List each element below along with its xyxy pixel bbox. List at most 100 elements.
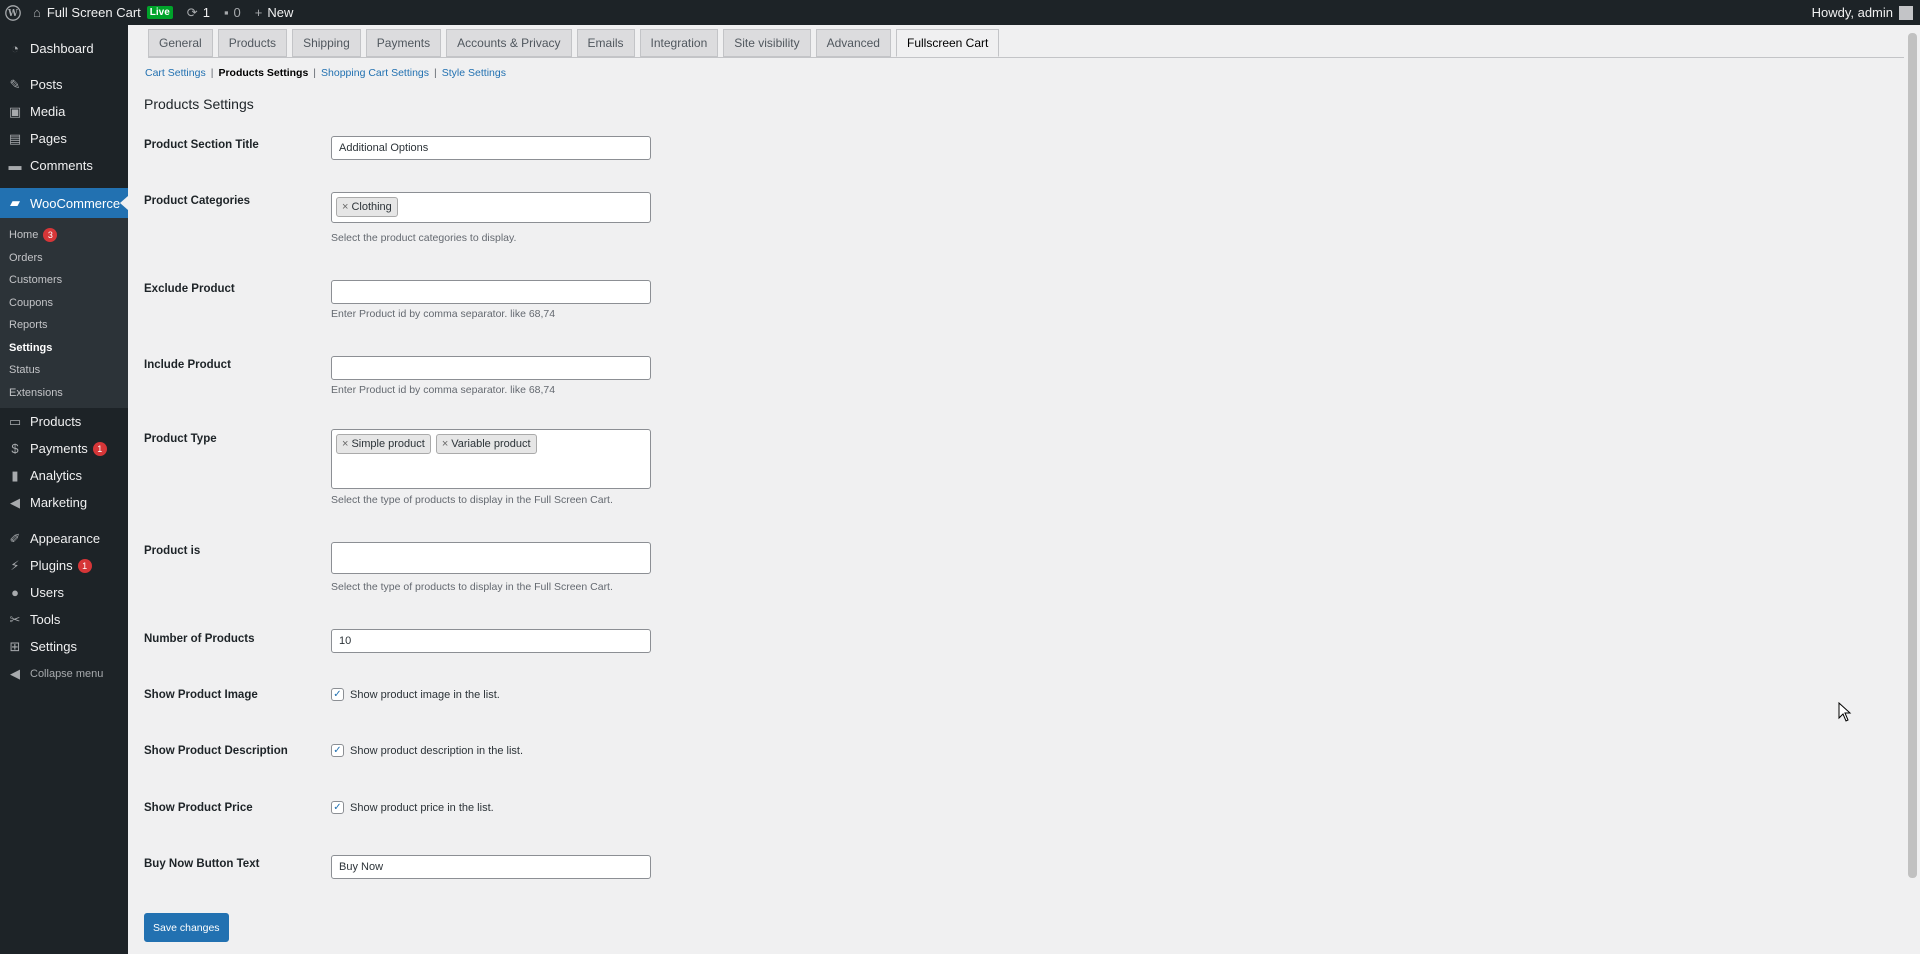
wrench-icon: ✂ — [9, 611, 21, 627]
submenu-label: Settings — [9, 341, 53, 354]
submenu-label: Orders — [9, 251, 43, 264]
product-type-description: Select the type of products to display i… — [331, 494, 613, 506]
new-content-link[interactable]: + New — [248, 0, 301, 25]
scrollbar[interactable] — [1905, 25, 1920, 954]
product-is-select[interactable] — [331, 542, 651, 574]
pin-icon: ✎ — [9, 76, 21, 92]
collapse-icon: ◀ — [10, 665, 20, 681]
updates-link[interactable]: ⟳ 1 — [180, 0, 217, 25]
submenu-customers[interactable]: Customers — [0, 269, 128, 292]
menu-analytics[interactable]: ▮ Analytics — [0, 462, 128, 489]
menu-products[interactable]: ▭ Products — [0, 408, 128, 435]
menu-marketing[interactable]: ◀ Marketing — [0, 489, 128, 516]
menu-label: Products — [30, 414, 82, 429]
collapse-menu[interactable]: ◀ Collapse menu — [0, 660, 128, 687]
menu-label: Tools — [30, 612, 61, 627]
tab-site-visibility[interactable]: Site visibility — [723, 29, 811, 57]
menu-label: Comments — [30, 158, 93, 173]
wordpress-logo-icon[interactable]: W — [0, 0, 26, 25]
menu-payments[interactable]: $ Payments 1 — [0, 435, 128, 462]
submenu-home[interactable]: Home 3 — [0, 224, 128, 247]
comment-icon: ▪ — [223, 5, 229, 20]
menu-woocommerce[interactable]: ▰ WooCommerce — [0, 188, 128, 218]
chip-label: Simple product — [351, 438, 425, 450]
category-chip[interactable]: × Clothing — [336, 197, 398, 217]
scrollbar-thumb[interactable] — [1908, 33, 1917, 878]
menu-posts[interactable]: ✎ Posts — [0, 71, 128, 98]
remove-icon[interactable]: × — [442, 438, 448, 450]
submenu-coupons[interactable]: Coupons — [0, 292, 128, 315]
menu-settings[interactable]: ⊞ Settings — [0, 633, 128, 660]
type-chip[interactable]: × Variable product — [435, 434, 537, 454]
home-icon: ⌂ — [33, 5, 41, 20]
site-name-link[interactable]: ⌂ Full Screen Cart Live — [26, 0, 180, 25]
submenu-orders[interactable]: Orders — [0, 247, 128, 270]
menu-plugins[interactable]: ⚡ Plugins 1 — [0, 552, 128, 579]
submenu-settings[interactable]: Settings — [0, 337, 128, 360]
tab-products[interactable]: Products — [217, 29, 288, 57]
buy-now-button-text-input[interactable]: Buy Now — [331, 855, 651, 879]
label-product-section-title: Product Section Title — [144, 139, 259, 151]
remove-icon[interactable]: × — [342, 201, 348, 213]
notification-badge: 1 — [92, 441, 107, 456]
label-number-of-products: Number of Products — [144, 633, 255, 645]
menu-label: Posts — [30, 77, 63, 92]
show-product-image-checkbox[interactable]: ✓ — [331, 688, 344, 701]
link-shopping-cart-settings[interactable]: Shopping Cart Settings — [321, 67, 429, 79]
link-cart-settings[interactable]: Cart Settings — [145, 67, 206, 79]
menu-appearance[interactable]: ✐ Appearance — [0, 525, 128, 552]
submenu-extensions[interactable]: Extensions — [0, 382, 128, 405]
product-categories-select[interactable]: × Clothing — [331, 192, 651, 223]
tab-general[interactable]: General — [148, 29, 213, 57]
submenu-reports[interactable]: Reports — [0, 314, 128, 337]
menu-label: Analytics — [30, 468, 83, 483]
menu-comments[interactable]: ▬ Comments — [0, 152, 128, 179]
submenu-label: Reports — [9, 319, 48, 332]
media-icon: ▣ — [8, 103, 22, 119]
submenu-status[interactable]: Status — [0, 359, 128, 382]
tab-emails[interactable]: Emails — [576, 29, 635, 57]
menu-label: Dashboard — [30, 41, 94, 56]
user-icon: ● — [11, 585, 19, 600]
remove-icon[interactable]: × — [342, 438, 348, 450]
menu-label: Payments — [30, 441, 88, 456]
save-changes-button[interactable]: Save changes — [144, 913, 229, 942]
show-product-price-checkbox[interactable]: ✓ — [331, 801, 344, 814]
show-product-description-text: Show product description in the list. — [350, 744, 524, 757]
submenu-label: Status — [9, 364, 41, 377]
link-products-settings[interactable]: Products Settings — [218, 67, 308, 79]
type-chip[interactable]: × Simple product — [336, 434, 431, 454]
product-is-description: Select the type of products to display i… — [331, 581, 613, 593]
link-style-settings[interactable]: Style Settings — [442, 67, 506, 79]
tab-accounts-privacy[interactable]: Accounts & Privacy — [446, 29, 572, 57]
comments-link[interactable]: ▪ 0 — [217, 0, 248, 25]
account-menu[interactable]: Howdy, admin — [1805, 0, 1920, 25]
menu-label: Marketing — [30, 495, 88, 510]
woocommerce-submenu: Home 3 Orders Customers Coupons Reports S… — [0, 218, 128, 408]
product-type-select[interactable]: × Simple product × Variable product — [331, 429, 651, 489]
menu-media[interactable]: ▣ Media — [0, 98, 128, 125]
admin-sidebar: ◔ Dashboard ✎ Posts ▣ Media ▤ Pages ▬ Comment… — [0, 25, 128, 954]
tab-integration[interactable]: Integration — [639, 29, 719, 57]
menu-pages[interactable]: ▤ Pages — [0, 125, 128, 152]
comments-count: 0 — [233, 5, 241, 20]
menu-dashboard[interactable]: ◔ Dashboard — [0, 35, 128, 62]
show-product-description-checkbox[interactable]: ✓ — [331, 744, 344, 757]
menu-users[interactable]: ● Users — [0, 579, 128, 606]
menu-label: Settings — [30, 639, 77, 654]
number-of-products-input[interactable]: 10 — [331, 629, 651, 653]
plugin-icon: ⚡ — [10, 557, 20, 573]
brush-icon: ✐ — [9, 530, 21, 546]
tab-payments[interactable]: Payments — [365, 29, 442, 57]
include-product-input[interactable] — [331, 356, 651, 380]
exclude-product-input[interactable] — [331, 280, 651, 304]
product-section-title-input[interactable]: Additional Options — [331, 136, 651, 160]
menu-label: Media — [30, 104, 66, 119]
tab-advanced[interactable]: Advanced — [815, 29, 891, 57]
menu-tools[interactable]: ✂ Tools — [0, 606, 128, 633]
comment-icon: ▬ — [8, 158, 22, 173]
label-exclude-product: Exclude Product — [144, 283, 235, 295]
tab-fullscreen-cart[interactable]: Fullscreen Cart — [895, 29, 1000, 57]
tab-shipping[interactable]: Shipping — [292, 29, 361, 57]
show-product-price-row: ✓ Show product price in the list. — [331, 801, 494, 814]
